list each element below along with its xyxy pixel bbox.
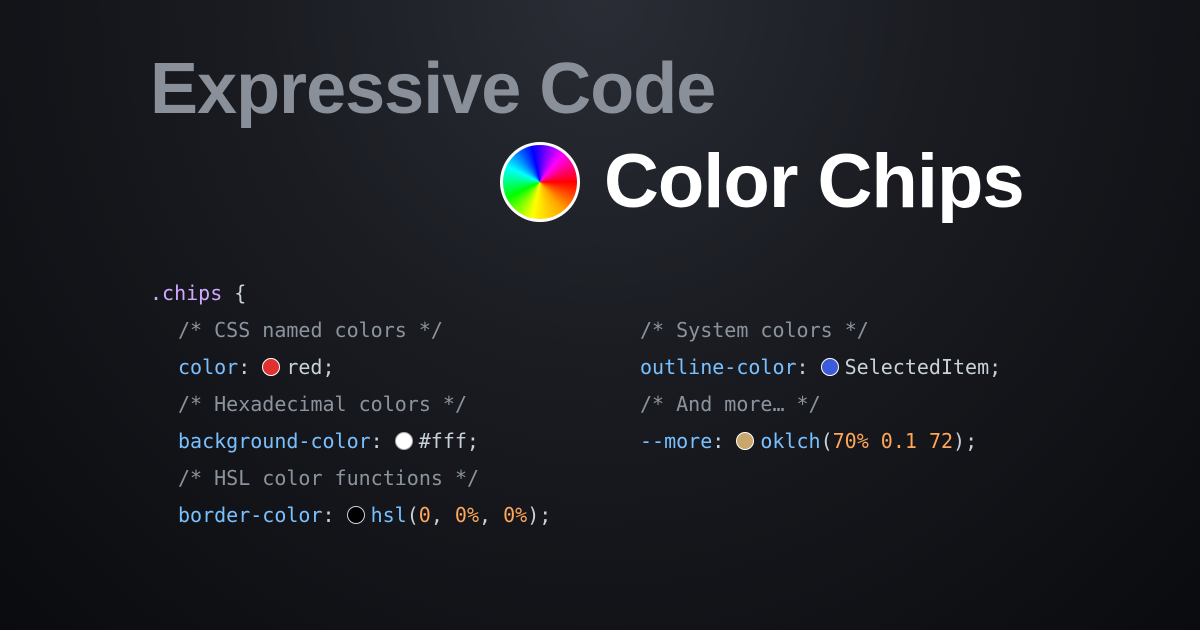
css-property: border-color [178,503,323,527]
code-comment: /* CSS named colors */ [150,312,560,349]
css-selector: .chips [150,281,222,305]
hero-title-line1: Expressive Code [150,48,1200,130]
color-chip-icon [262,358,280,376]
code-line: outline-color: SelectedItem; [640,349,1050,386]
color-chip-icon [347,506,365,524]
code-line: border-color: hsl(0, 0%, 0%); [150,497,560,534]
code-line: color: red; [150,349,560,386]
css-value: red [286,355,322,379]
code-column-right: /* System colors */ outline-color: Selec… [640,275,1050,534]
code-line: --more: oklch(70% 0.1 72); [640,423,1050,460]
code-comment: /* HSL color functions */ [150,460,560,497]
code-column-left: .chips { /* CSS named colors */ color: r… [150,275,560,534]
css-property: color [178,355,238,379]
css-value: #fff [419,429,467,453]
code-line: background-color: #fff; [150,423,560,460]
css-function: hsl [371,503,407,527]
color-chip-icon [395,432,413,450]
color-chip-icon [821,358,839,376]
css-value: SelectedItem [845,355,990,379]
css-property: outline-color [640,355,797,379]
css-property: background-color [178,429,371,453]
code-comment: /* System colors */ [640,312,1050,349]
code-comment: /* Hexadecimal colors */ [150,386,560,423]
code-line: .chips { [150,275,560,312]
hero-title-line2: Color Chips [500,138,1200,225]
code-sample: .chips { /* CSS named colors */ color: r… [0,275,1200,534]
code-comment: /* And more… */ [640,386,1050,423]
css-property: --more [640,429,712,453]
css-function: oklch [760,429,820,453]
hero-subtitle: Color Chips [604,138,1024,225]
hero: Expressive Code Color Chips [0,0,1200,225]
color-chip-icon [736,432,754,450]
color-wheel-icon [500,142,580,222]
